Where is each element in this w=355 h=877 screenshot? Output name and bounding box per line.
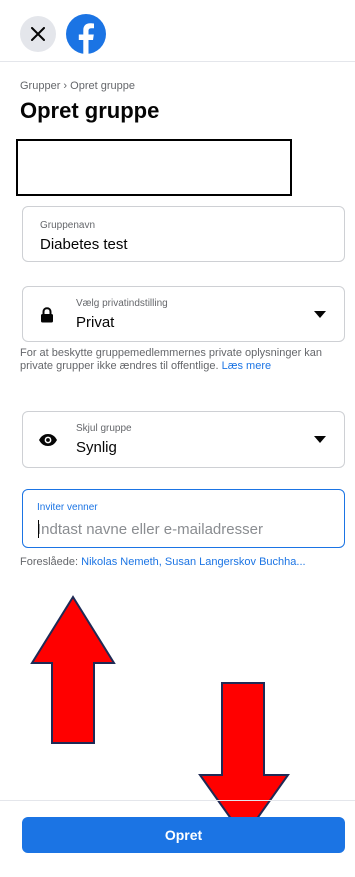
close-icon <box>31 27 45 41</box>
red-arrow-up-annotation <box>30 595 116 744</box>
suggestions: Foreslåede: Nikolas Nemeth, Susan Langer… <box>20 556 350 568</box>
red-arrow-down-annotation <box>198 682 290 839</box>
chevron-down-icon <box>314 311 326 318</box>
divider <box>0 800 355 801</box>
close-button[interactable] <box>20 16 56 52</box>
privacy-helper-text: For at beskytte gruppemedlemmernes priva… <box>20 347 340 373</box>
breadcrumb-separator: › <box>63 80 68 92</box>
page-title: Opret gruppe <box>20 98 160 123</box>
breadcrumb-current: Opret gruppe <box>70 80 135 92</box>
privacy-select[interactable]: Vælg privatindstilling Privat <box>22 286 345 342</box>
lock-icon <box>41 307 53 323</box>
hide-group-label: Skjul gruppe <box>76 423 132 434</box>
facebook-logo-icon[interactable] <box>66 14 106 54</box>
group-name-value[interactable]: Diabetes test <box>40 236 128 253</box>
top-bar <box>0 0 355 62</box>
group-name-field[interactable]: Gruppenavn Diabetes test <box>22 206 345 262</box>
privacy-helper-body: For at beskytte gruppemedlemmernes priva… <box>20 347 323 372</box>
text-cursor <box>38 520 39 538</box>
privacy-label: Vælg privatindstilling <box>76 298 168 309</box>
divider <box>0 61 355 62</box>
invite-friends-field[interactable]: Inviter venner <box>22 489 345 548</box>
invite-friends-input[interactable] <box>37 517 327 541</box>
learn-more-link[interactable]: Læs mere <box>222 360 272 372</box>
hide-group-select[interactable]: Skjul gruppe Synlig <box>22 411 345 468</box>
breadcrumb: Grupper › Opret gruppe <box>20 80 135 92</box>
redaction-box <box>16 139 292 196</box>
group-name-label: Gruppenavn <box>40 220 96 231</box>
chevron-down-icon <box>314 436 326 443</box>
invite-friends-label: Inviter venner <box>37 502 98 513</box>
create-group-button[interactable]: Opret <box>22 817 345 853</box>
eye-icon <box>39 434 57 446</box>
privacy-value: Privat <box>76 314 115 331</box>
suggested-friends-link[interactable]: Nikolas Nemeth, Susan Langerskov Buchha.… <box>81 556 305 568</box>
suggestions-prefix: Foreslåede: <box>20 556 79 568</box>
hide-group-value: Synlig <box>76 439 117 456</box>
breadcrumb-parent-link[interactable]: Grupper <box>20 80 60 92</box>
